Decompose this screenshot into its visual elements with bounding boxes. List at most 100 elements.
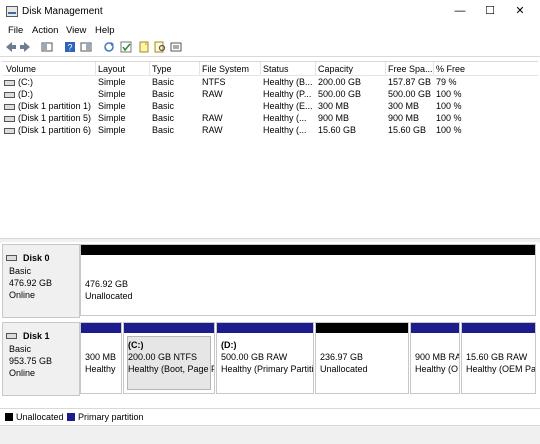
partition-size: 200.00 GB NTFS bbox=[128, 352, 198, 362]
menu-action[interactable]: Action bbox=[32, 25, 58, 36]
volume-free-space: 900 MB bbox=[388, 113, 420, 123]
disk-icon bbox=[6, 255, 17, 261]
column-capacity[interactable]: Capacity bbox=[318, 64, 353, 74]
legend-primary-swatch bbox=[67, 413, 75, 421]
volume-row[interactable]: (Disk 1 partition 6) Simple Basic RAW He… bbox=[2, 124, 538, 136]
primary-bar bbox=[124, 323, 214, 333]
help-icon[interactable]: ? bbox=[64, 41, 76, 53]
disk-state: Online bbox=[9, 368, 36, 378]
disk-0-label[interactable]: Disk 0 Basic 476.92 GB Online bbox=[2, 244, 80, 318]
volume-layout: Simple bbox=[98, 125, 126, 135]
partition-c[interactable]: (C:) 200.00 GB NTFS Healthy (Boot, Page … bbox=[123, 322, 215, 394]
volume-icon bbox=[4, 128, 15, 134]
search-icon[interactable] bbox=[154, 41, 166, 53]
partition-size: 900 MB RA bbox=[415, 352, 460, 362]
volume-percent-free: 100 % bbox=[436, 89, 462, 99]
disk-size: 953.75 GB bbox=[9, 356, 53, 366]
refresh-icon[interactable] bbox=[103, 41, 115, 53]
volume-row[interactable]: (Disk 1 partition 5) Simple Basic RAW He… bbox=[2, 112, 538, 124]
partition-unallocated[interactable]: 476.92 GB Unallocated bbox=[80, 244, 536, 316]
legend-unallocated-swatch bbox=[5, 413, 13, 421]
disk-graphical-view: Disk 0 Basic 476.92 GB Online 476.92 GB … bbox=[2, 242, 538, 408]
close-button[interactable]: ✕ bbox=[505, 0, 535, 22]
volume-name: (Disk 1 partition 5) bbox=[18, 113, 92, 123]
window-title: Disk Management bbox=[22, 6, 103, 17]
status-bar bbox=[0, 425, 540, 444]
volume-percent-free: 79 % bbox=[436, 77, 457, 87]
volume-row[interactable]: (C:) Simple Basic NTFS Healthy (B... 200… bbox=[2, 76, 538, 88]
maximize-button[interactable]: ☐ bbox=[475, 0, 505, 22]
volume-layout: Simple bbox=[98, 101, 126, 111]
column-volume[interactable]: Volume bbox=[6, 64, 36, 74]
partition-status: Unallocated bbox=[85, 291, 133, 301]
primary-bar bbox=[411, 323, 459, 333]
menu-view[interactable]: View bbox=[66, 25, 86, 36]
partition-size: 236.97 GB bbox=[320, 352, 364, 362]
properties-icon[interactable] bbox=[80, 41, 92, 53]
column-divider[interactable] bbox=[315, 62, 316, 75]
column-free-space[interactable]: Free Spa... bbox=[388, 64, 432, 74]
volume-percent-free: 100 % bbox=[436, 113, 462, 123]
forward-arrow-icon[interactable] bbox=[19, 41, 31, 53]
column-divider[interactable] bbox=[149, 62, 150, 75]
partition-status: Unallocated bbox=[320, 364, 368, 374]
volume-file-system: RAW bbox=[202, 125, 223, 135]
disk-size: 476.92 GB bbox=[9, 278, 53, 288]
settings-icon[interactable] bbox=[170, 41, 182, 53]
volume-list-header: Volume Layout Type File System Status Ca… bbox=[2, 62, 538, 76]
volume-name: (Disk 1 partition 6) bbox=[18, 125, 92, 135]
check-icon[interactable] bbox=[120, 41, 132, 53]
partition-oem-small[interactable]: 900 MB RA Healthy (O bbox=[410, 322, 460, 394]
volume-capacity: 900 MB bbox=[318, 113, 350, 123]
legend: Unallocated Primary partition bbox=[0, 408, 540, 425]
partition-oem[interactable]: 15.60 GB RAW Healthy (OEM Pa bbox=[461, 322, 536, 394]
column-divider[interactable] bbox=[433, 62, 434, 75]
disk-type: Basic bbox=[9, 266, 32, 276]
menu-file[interactable]: File bbox=[8, 25, 23, 36]
partition-status: Healthy bbox=[85, 364, 116, 374]
volume-icon bbox=[4, 116, 15, 122]
menu-bar: File Action View Help bbox=[0, 22, 540, 39]
volume-file-system: RAW bbox=[202, 89, 223, 99]
volume-status: Healthy (... bbox=[263, 125, 307, 135]
volume-status: Healthy (P... bbox=[263, 89, 312, 99]
disk-1-label[interactable]: Disk 1 Basic 953.75 GB Online bbox=[2, 322, 80, 396]
volume-status: Healthy (E... bbox=[263, 101, 313, 111]
partition-size: 476.92 GB bbox=[85, 279, 129, 289]
minimize-button[interactable]: — bbox=[445, 0, 475, 22]
column-layout[interactable]: Layout bbox=[98, 64, 125, 74]
column-divider[interactable] bbox=[199, 62, 200, 75]
column-type[interactable]: Type bbox=[152, 64, 172, 74]
menu-help[interactable]: Help bbox=[95, 25, 115, 36]
volume-row[interactable]: (D:) Simple Basic RAW Healthy (P... 500.… bbox=[2, 88, 538, 100]
volume-file-system: RAW bbox=[202, 113, 223, 123]
disk-type: Basic bbox=[9, 344, 32, 354]
partition-efi[interactable]: 300 MB Healthy bbox=[80, 322, 122, 394]
column-divider[interactable] bbox=[95, 62, 96, 75]
volume-free-space: 300 MB bbox=[388, 101, 420, 111]
column-divider[interactable] bbox=[260, 62, 261, 75]
legend-primary-label: Primary partition bbox=[78, 412, 144, 422]
volume-status: Healthy (B... bbox=[263, 77, 313, 87]
volume-row[interactable]: (Disk 1 partition 1) Simple Basic Health… bbox=[2, 100, 538, 112]
column-divider[interactable] bbox=[385, 62, 386, 75]
back-arrow-icon[interactable] bbox=[5, 41, 17, 53]
partition-d[interactable]: (D:) 500.00 GB RAW Healthy (Primary Part… bbox=[216, 322, 314, 394]
disk-name: Disk 1 bbox=[23, 331, 50, 341]
volume-file-system: NTFS bbox=[202, 77, 226, 87]
unallocated-bar bbox=[81, 245, 535, 255]
primary-bar bbox=[462, 323, 535, 333]
column-file-system[interactable]: File System bbox=[202, 64, 249, 74]
volume-type: Basic bbox=[152, 101, 175, 111]
new-icon[interactable] bbox=[138, 41, 150, 53]
disk-icon bbox=[6, 333, 17, 339]
disk-list-icon[interactable] bbox=[41, 41, 53, 53]
volume-status: Healthy (... bbox=[263, 113, 307, 123]
column-status[interactable]: Status bbox=[263, 64, 289, 74]
partition-unallocated[interactable]: 236.97 GB Unallocated bbox=[315, 322, 409, 394]
unallocated-bar bbox=[316, 323, 408, 333]
volume-name: (Disk 1 partition 1) bbox=[18, 101, 92, 111]
column-percent-free[interactable]: % Free bbox=[436, 64, 465, 74]
volume-icon bbox=[4, 92, 15, 98]
volume-capacity: 200.00 GB bbox=[318, 77, 362, 87]
